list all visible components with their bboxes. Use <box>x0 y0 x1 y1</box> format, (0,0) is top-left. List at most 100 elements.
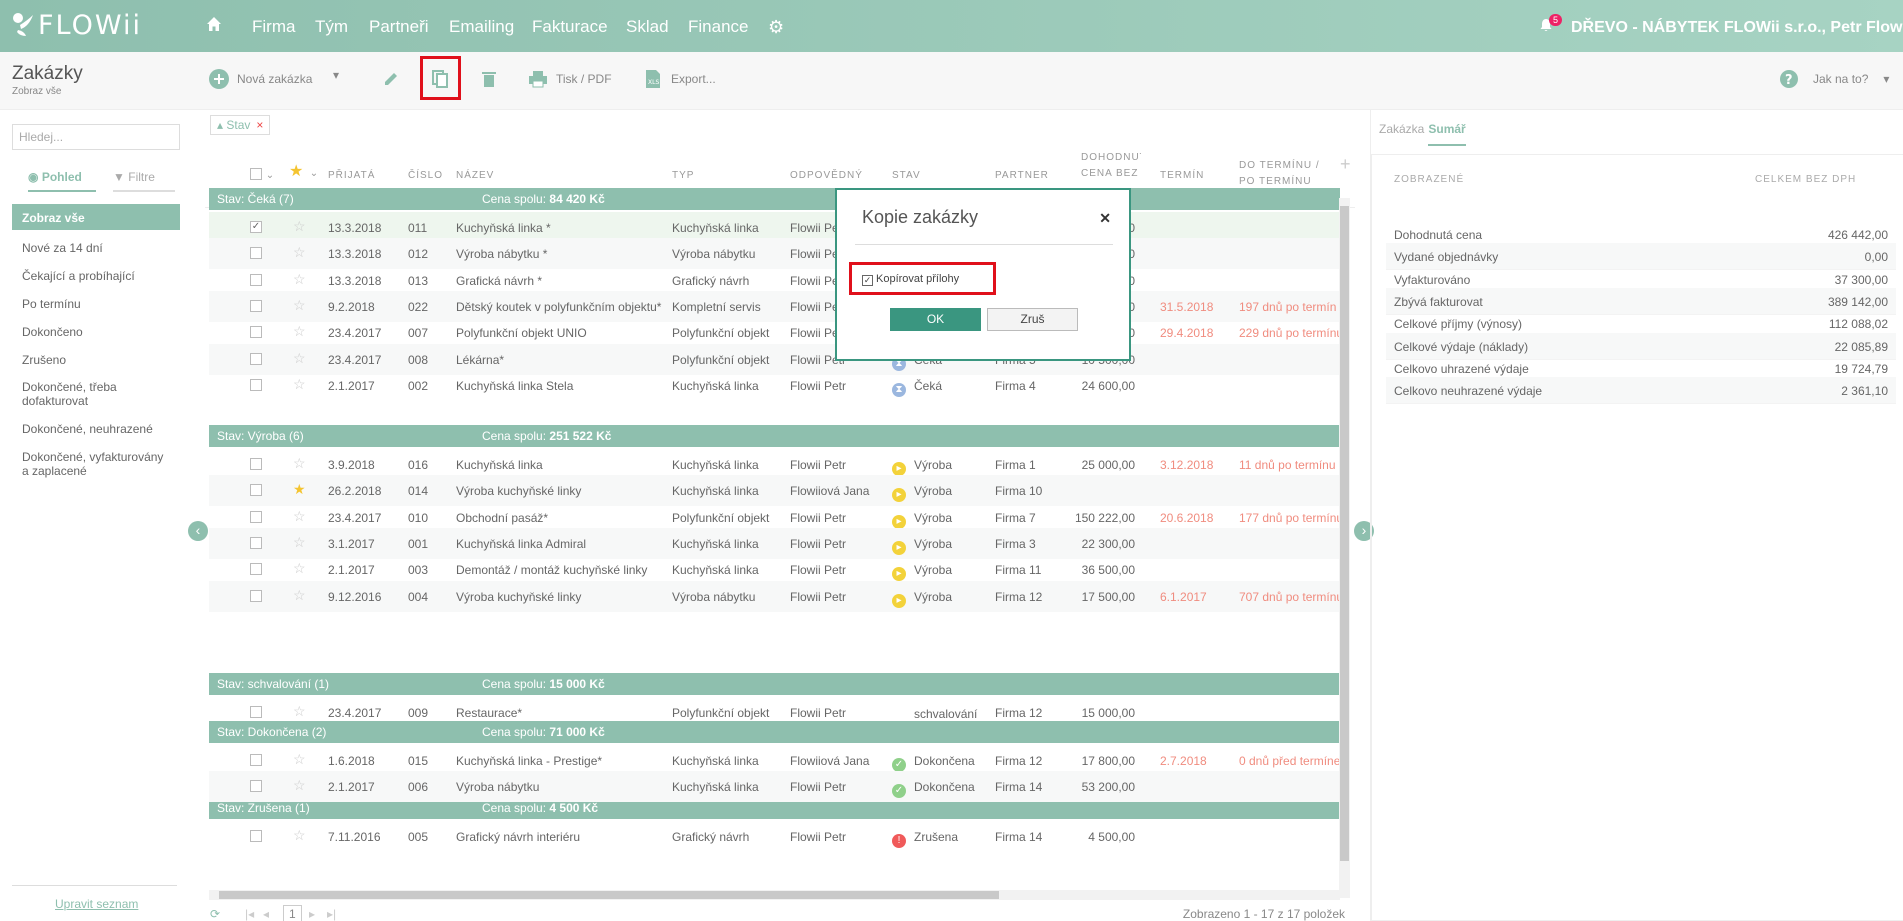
favorite-star-icon[interactable]: ★ ⌄ <box>289 164 319 182</box>
current-page[interactable]: 1 <box>283 905 302 921</box>
sidebar-item-po-terminu[interactable]: Po termínu <box>12 293 180 315</box>
table-row[interactable]: ☆ 2.1.2017 002 Kuchyňská linka Stela Kuchyňs… <box>209 370 1340 401</box>
select-all-checkbox[interactable]: ⌄ <box>250 168 275 184</box>
cell-name[interactable]: Grafický návrh interiéru <box>456 830 580 844</box>
horizontal-scrollbar[interactable] <box>209 890 1340 900</box>
cell-name[interactable]: Restaurace* <box>456 706 522 720</box>
cell-name[interactable]: Kuchyňská linka <box>456 458 543 472</box>
new-order-dropdown-icon[interactable]: ▾ <box>333 68 339 82</box>
row-checkbox[interactable] <box>250 273 262 286</box>
table-row[interactable]: ☆ 9.12.2016 004 Výroba kuchyňské linky Výrob… <box>209 580 1340 612</box>
favorite-star-icon[interactable]: ☆ <box>293 376 306 393</box>
checkbox-checked-icon[interactable]: ✓ <box>862 275 873 286</box>
col-cena[interactable]: DOHODNUTÁ CENA BEZ DPH <box>1081 150 1141 180</box>
row-checkbox[interactable] <box>250 326 262 339</box>
favorite-star-icon[interactable]: ☆ <box>293 827 306 844</box>
favorite-star-icon[interactable]: ☆ <box>293 587 306 604</box>
col-odpovedny[interactable]: ODPOVĚDNÝ <box>790 168 863 184</box>
row-checkbox[interactable]: ✓ <box>250 221 262 233</box>
col-cislo[interactable]: ČÍSLO <box>408 168 443 184</box>
add-column-plus-icon[interactable]: + <box>1340 155 1352 173</box>
cell-name[interactable]: Kuchyňská linka Admiral <box>456 537 586 551</box>
row-checkbox[interactable] <box>250 510 262 523</box>
sidebar-item-zobraz-vse[interactable]: Zobraz vše <box>12 204 180 230</box>
next-page-icon[interactable]: ▸ <box>309 907 315 921</box>
company-user-menu[interactable]: DŘEVO - NÁBYTEK FLOWii s.r.o., Petr Flow… <box>1571 17 1903 37</box>
sidebar-item-zaplacene[interactable]: Dokončené, vyfakturovány a zaplacené <box>12 446 180 482</box>
new-order-button[interactable]: Nová zakázka <box>208 68 312 90</box>
row-checkbox[interactable] <box>250 754 262 766</box>
cell-name[interactable]: Výroba kuchyňské linky <box>456 484 581 498</box>
cell-name[interactable]: Výroba nábytku <box>456 780 539 794</box>
favorite-star-icon[interactable]: ☆ <box>293 777 306 794</box>
help-button[interactable]: ? Jak na to? ▾ <box>1778 68 1889 90</box>
favorite-star-icon[interactable]: ☆ <box>293 244 306 261</box>
flowii-logo[interactable]: FLOWii <box>12 10 142 41</box>
sidebar-item-neuhrazene[interactable]: Dokončené, neuhrazené <box>12 418 180 440</box>
remove-filter-icon[interactable]: × <box>256 118 263 132</box>
cell-name[interactable]: Demontáž / montáž kuchyňské linky <box>456 563 647 577</box>
nav-firma[interactable]: Firma <box>252 17 295 37</box>
cell-name[interactable]: Kuchyňská linka - Prestige* <box>456 754 602 768</box>
row-checkbox[interactable] <box>250 589 262 602</box>
cell-name[interactable]: Kuchyňská linka * <box>456 221 551 235</box>
col-partner[interactable]: PARTNER <box>995 168 1049 184</box>
favorite-star-icon[interactable]: ☆ <box>293 560 306 577</box>
col-do-terminu[interactable]: DO TERMÍNU / PO TERMÍNU <box>1239 158 1339 190</box>
col-prijata[interactable]: PŘIJATÁ <box>328 168 375 184</box>
nav-finance[interactable]: Finance <box>688 17 748 37</box>
tab-pohled[interactable]: ◉ Pohled <box>28 170 96 192</box>
tab-filtre[interactable]: ▼ Filtre <box>113 170 175 192</box>
cancel-button[interactable]: Zruš <box>987 308 1078 331</box>
nav-tym[interactable]: Tým <box>315 17 348 37</box>
favorite-star-icon[interactable]: ★ <box>293 481 306 498</box>
last-page-icon[interactable]: ▸| <box>327 907 336 921</box>
row-checkbox[interactable] <box>250 563 262 576</box>
cell-name[interactable]: Obchodní pasáž* <box>456 511 548 525</box>
nav-emailing[interactable]: Emailing <box>449 17 514 37</box>
favorite-star-icon[interactable]: ☆ <box>293 297 306 314</box>
table-row[interactable]: ☆ 23.4.2017 009 Restaurace* Polyfunkční obje… <box>209 697 1340 728</box>
row-checkbox[interactable] <box>250 484 262 497</box>
row-checkbox[interactable] <box>250 536 262 549</box>
export-button[interactable]: XLS Export... <box>642 68 716 90</box>
col-stav[interactable]: STAV <box>892 168 921 184</box>
favorite-star-icon[interactable]: ☆ <box>293 455 306 472</box>
row-checkbox[interactable] <box>250 780 262 793</box>
first-page-icon[interactable]: |◂ <box>245 907 254 921</box>
sidebar-item-zruseno[interactable]: Zrušeno <box>12 349 180 371</box>
col-typ[interactable]: TYP <box>672 168 694 184</box>
sidebar-item-nove[interactable]: Nové za 14 dní <box>12 237 180 259</box>
cell-name[interactable]: Výroba nábytku * <box>456 247 547 261</box>
favorite-star-icon[interactable]: ☆ <box>293 508 306 525</box>
favorite-star-icon[interactable]: ☆ <box>293 350 306 367</box>
row-checkbox[interactable] <box>250 378 262 391</box>
cell-name[interactable]: Polyfunkční objekt UNIO <box>456 326 587 340</box>
edit-list-link[interactable]: Upravit seznam <box>55 897 138 911</box>
refresh-icon[interactable]: ⟳ <box>210 907 220 921</box>
row-checkbox[interactable] <box>250 299 262 312</box>
close-icon[interactable]: ✕ <box>1099 210 1111 227</box>
ok-button[interactable]: OK <box>890 308 981 331</box>
favorite-star-icon[interactable]: ☆ <box>293 323 306 340</box>
sidebar-item-cekajici[interactable]: Čekající a probíhající <box>12 265 180 287</box>
col-termin[interactable]: TERMÍN <box>1160 168 1204 184</box>
table-row[interactable]: ☆ 7.11.2016 005 Grafický návrh interiéru Gra… <box>209 821 1340 852</box>
prev-page-icon[interactable]: ◂ <box>263 907 269 921</box>
table-row[interactable]: ☆ 2.1.2017 006 Výroba nábytku Kuchyňská link… <box>209 771 1340 803</box>
edit-pencil-icon[interactable] <box>380 68 402 90</box>
vertical-scrollbar[interactable] <box>1339 198 1350 898</box>
cell-name[interactable]: Kuchyňská linka Stela <box>456 379 573 393</box>
print-pdf-button[interactable]: Tisk / PDF <box>527 68 612 90</box>
row-checkbox[interactable] <box>250 247 262 260</box>
sidebar-item-dokonceno[interactable]: Dokončeno <box>12 321 180 343</box>
favorite-star-icon[interactable]: ☆ <box>293 751 306 768</box>
sidebar-item-dofakturovat[interactable]: Dokončené, třeba dofakturovat <box>12 376 180 412</box>
nav-partneri[interactable]: Partneři <box>369 17 429 37</box>
row-checkbox[interactable] <box>250 352 262 365</box>
tab-zakazka[interactable]: Zakázka <box>1379 122 1424 136</box>
favorite-star-icon[interactable]: ☆ <box>293 218 306 235</box>
col-nazev[interactable]: NÁZEV <box>456 168 494 184</box>
cell-name[interactable]: Dětský koutek v polyfunkčním objektu* <box>456 300 661 314</box>
copy-attachments-checkbox[interactable]: ✓ Kopírovat přílohy <box>849 262 996 295</box>
